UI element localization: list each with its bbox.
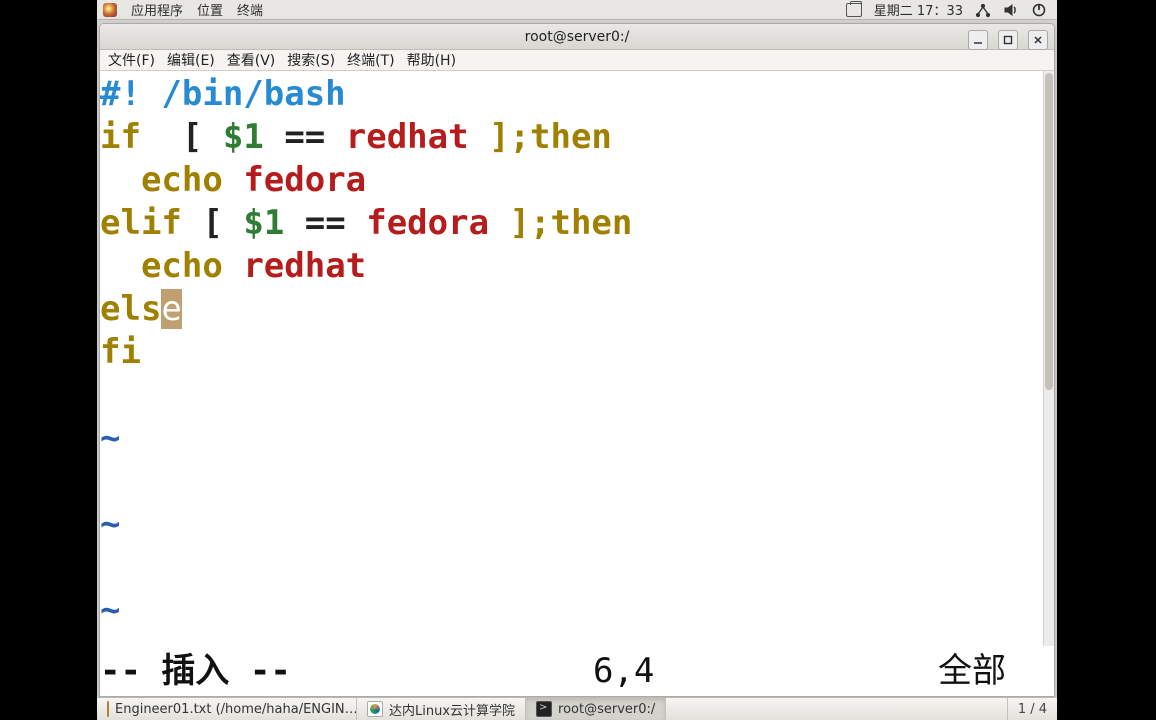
shebang-line: #! /bin/bash	[100, 74, 346, 114]
str-redhat: redhat	[346, 117, 469, 157]
menu-applications[interactable]: 应用程序	[131, 0, 183, 19]
op-eq-2: ==	[305, 203, 346, 243]
workspace-label: 1 / 4	[1018, 702, 1047, 717]
vim-scroll-pct: 全部	[839, 646, 1048, 696]
bracket-open-2: [	[202, 203, 222, 243]
kw-fi: fi	[100, 332, 141, 372]
kw-echo: echo	[141, 160, 223, 200]
menu-view[interactable]: 查看(V)	[227, 50, 276, 70]
menu-help[interactable]: 帮助(H)	[407, 50, 456, 70]
taskbar-label: 达内Linux云计算学院	[389, 700, 515, 719]
titlebar[interactable]: root@server0:/	[100, 24, 1054, 50]
scrollbar[interactable]	[1043, 71, 1054, 646]
str-redhat-2: redhat	[243, 246, 366, 286]
clock[interactable]: 星期二 17：33	[874, 0, 963, 19]
volume-icon[interactable]	[1003, 2, 1019, 18]
gedit-icon	[107, 701, 109, 717]
kw-if: if	[100, 117, 141, 157]
menu-terminal[interactable]: 终端	[237, 0, 263, 19]
vim-cursor-pos: 6,4	[593, 646, 839, 696]
maximize-button[interactable]	[998, 30, 1018, 50]
taskbar-item-browser[interactable]: 达内Linux云计算学院	[357, 698, 526, 720]
kw-echo-2: echo	[141, 246, 223, 286]
power-icon[interactable]	[1031, 2, 1047, 18]
vim-editor[interactable]: #! /bin/bash if [ $1 == redhat ];then ec…	[100, 71, 1043, 646]
taskbar-label: Engineer01.txt (/home/haha/ENGIN…	[115, 702, 357, 717]
bracket-close-then-2: ];then	[510, 203, 633, 243]
tilde-line: ~	[100, 418, 120, 458]
tilde-line: ~	[100, 590, 120, 630]
menu-search[interactable]: 搜索(S)	[287, 50, 335, 70]
close-button[interactable]	[1028, 30, 1048, 50]
terminal-window: root@server0:/ 文件(F) 编辑(E) 查看(V) 搜索(S) 终…	[99, 23, 1055, 697]
applications-icon[interactable]	[103, 3, 117, 17]
menu-places[interactable]: 位置	[197, 0, 223, 19]
menu-terminal-m[interactable]: 终端(T)	[347, 50, 394, 70]
vim-cursor: e	[161, 289, 181, 329]
terminal-icon	[536, 701, 552, 717]
vim-mode: -- 插入 --	[100, 646, 593, 696]
str-fedora-2: fedora	[366, 203, 489, 243]
network-icon[interactable]	[975, 2, 991, 18]
workspace-switcher[interactable]: 1 / 4	[1007, 698, 1057, 720]
var-1b: $1	[243, 203, 284, 243]
browser-icon	[367, 701, 383, 717]
window-title: root@server0:/	[100, 29, 1054, 45]
var-1: $1	[223, 117, 264, 157]
kw-else-prefix: els	[100, 289, 161, 329]
menu-edit[interactable]: 编辑(E)	[167, 50, 215, 70]
top-panel: 应用程序 位置 终端 星期二 17：33	[97, 0, 1057, 20]
tilde-line: ~	[100, 504, 120, 544]
screenrecord-icon[interactable]	[846, 2, 862, 18]
vim-status-line: -- 插入 -- 6,4 全部	[100, 646, 1054, 696]
str-fedora: fedora	[243, 160, 366, 200]
bracket-open: [	[182, 117, 202, 157]
bracket-close-then: ];then	[489, 117, 612, 157]
menu-file[interactable]: 文件(F)	[108, 50, 155, 70]
taskbar-item-terminal[interactable]: root@server0:/	[526, 698, 666, 720]
menubar: 文件(F) 编辑(E) 查看(V) 搜索(S) 终端(T) 帮助(H)	[100, 50, 1054, 71]
taskbar-item-gedit[interactable]: Engineer01.txt (/home/haha/ENGIN…	[97, 698, 357, 720]
taskbar: Engineer01.txt (/home/haha/ENGIN… 达内Linu…	[97, 697, 1057, 720]
taskbar-label: root@server0:/	[558, 702, 655, 717]
op-eq: ==	[284, 117, 325, 157]
kw-elif: elif	[100, 203, 182, 243]
minimize-button[interactable]	[968, 30, 988, 50]
scrollbar-thumb[interactable]	[1045, 73, 1053, 389]
